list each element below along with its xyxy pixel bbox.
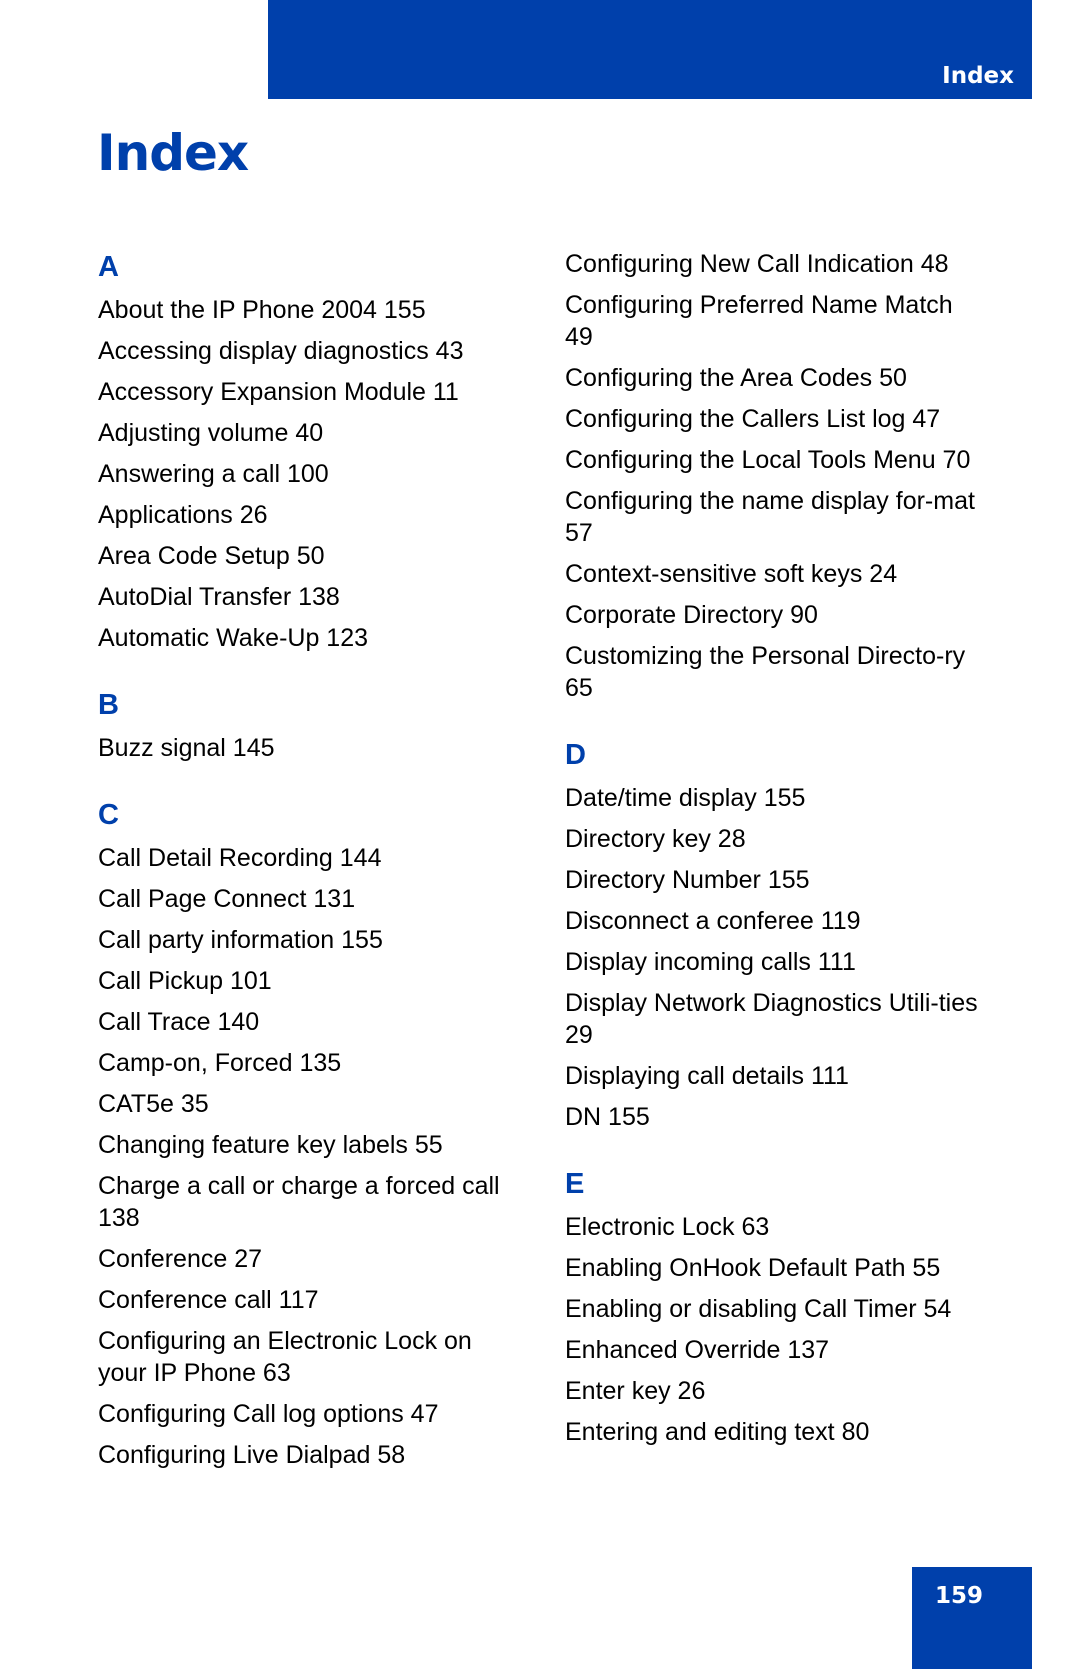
index-entry: Call Detail Recording 144	[98, 844, 382, 872]
index-entry: Context-sensitive soft keys 24	[565, 560, 898, 588]
index-entry: Enter key 26	[565, 1377, 706, 1405]
index-entry: Configuring Preferred Name Match 49	[565, 291, 953, 351]
index-entry-list: Date/time display 155 Directory key 28 Dir…	[565, 782, 985, 1133]
page-number-box: 159	[912, 1567, 1032, 1669]
index-entry: Adjusting volume 40	[98, 419, 324, 447]
index-entry: DN 155	[565, 1103, 650, 1131]
index-entry: Configuring Live Dialpad 58	[98, 1441, 406, 1469]
index-entry: Corporate Directory 90	[565, 601, 818, 629]
index-entry: Charge a call or charge a forced call 13…	[98, 1172, 500, 1232]
index-entry: Automatic Wake-Up 123	[98, 624, 369, 652]
index-entry: Enabling OnHook Default Path 55	[565, 1254, 941, 1282]
index-entry: Display Network Diagnostics Utili-ties 2…	[565, 989, 978, 1049]
index-entry: Buzz signal 145	[98, 734, 275, 762]
index-entry: Conference 27	[98, 1245, 263, 1273]
index-entry: Changing feature key labels 55	[98, 1131, 443, 1159]
index-entry: Enabling or disabling Call Timer 54	[565, 1295, 952, 1323]
index-entry: Accessing display diagnostics 43	[98, 337, 464, 365]
index-entry: Configuring Call log options 47	[98, 1400, 439, 1428]
section-letter: D	[565, 739, 586, 771]
index-entry: Configuring the Area Codes 50	[565, 364, 907, 392]
index-entry: Enhanced Override 137	[565, 1336, 830, 1364]
index-entry-list: Call Detail Recording 144 Call Page Conne…	[98, 842, 518, 1471]
index-section: B Buzz signal 145	[98, 688, 518, 764]
section-letter: A	[98, 251, 119, 283]
index-entry: Date/time display 155	[565, 784, 806, 812]
index-entry: Answering a call 100	[98, 460, 329, 488]
index-entry: Electronic Lock 63	[565, 1213, 770, 1241]
index-entry: Configuring the name display for-mat 57	[565, 487, 975, 547]
index-entry: Configuring an Electronic Lock on your I…	[98, 1327, 472, 1387]
index-entry-list: Electronic Lock 63 Enabling OnHook Defaul…	[565, 1211, 985, 1448]
index-entry: Configuring the Callers List log 47	[565, 405, 941, 433]
index-section: Configuring New Call Indication 48 Config…	[565, 248, 985, 704]
section-letter: E	[565, 1168, 585, 1200]
index-entry: Displaying call details 111	[565, 1062, 849, 1090]
section-letter: B	[98, 689, 119, 721]
index-section: E Electronic Lock 63 Enabling OnHook Defau…	[565, 1167, 985, 1448]
index-section: A About the IP Phone 2004 155 Accessing di…	[98, 250, 518, 654]
index-entry: Accessory Expansion Module 11	[98, 378, 459, 406]
index-column-left: A About the IP Phone 2004 155 Accessing di…	[98, 250, 518, 1480]
index-entry: Directory Number 155	[565, 866, 810, 894]
index-entry: Area Code Setup 50	[98, 542, 325, 570]
running-header-title: Index	[942, 63, 1014, 89]
page-number: 159	[935, 1583, 984, 1609]
index-column-right: Configuring New Call Indication 48 Config…	[565, 248, 985, 1457]
index-section: D Date/time display 155 Directory key 28 Di…	[565, 738, 985, 1133]
index-entry: About the IP Phone 2004 155	[98, 296, 426, 324]
index-entry: Call Trace 140	[98, 1008, 260, 1036]
index-entry: Display incoming calls 111	[565, 948, 856, 976]
index-entry: CAT5e 35	[98, 1090, 209, 1118]
index-entry: Configuring the Local Tools Menu 70	[565, 446, 971, 474]
index-entry-list: About the IP Phone 2004 155 Accessing dis…	[98, 294, 518, 654]
index-section: C Call Detail Recording 144 Call Page Conn…	[98, 798, 518, 1471]
index-entry: Call Pickup 101	[98, 967, 272, 995]
index-entry: Customizing the Personal Directo-ry 65	[565, 642, 966, 702]
header-band: Index	[268, 0, 1032, 99]
index-entry: Applications 26	[98, 501, 268, 529]
index-entry: Entering and editing text 80	[565, 1418, 870, 1446]
index-entry: AutoDial Transfer 138	[98, 583, 340, 611]
index-entry: Directory key 28	[565, 825, 746, 853]
index-entry: Configuring New Call Indication 48	[565, 250, 949, 278]
index-entry-list: Buzz signal 145	[98, 732, 518, 764]
index-entry: Disconnect a conferee 119	[565, 907, 861, 935]
section-letter: C	[98, 799, 119, 831]
index-entry: Call party information 155	[98, 926, 383, 954]
index-entry: Call Page Connect 131	[98, 885, 356, 913]
index-entry-list: Configuring New Call Indication 48 Config…	[565, 248, 985, 704]
page-title: Index	[97, 124, 249, 182]
index-entry: Camp-on, Forced 135	[98, 1049, 342, 1077]
index-entry: Conference call 117	[98, 1286, 319, 1314]
